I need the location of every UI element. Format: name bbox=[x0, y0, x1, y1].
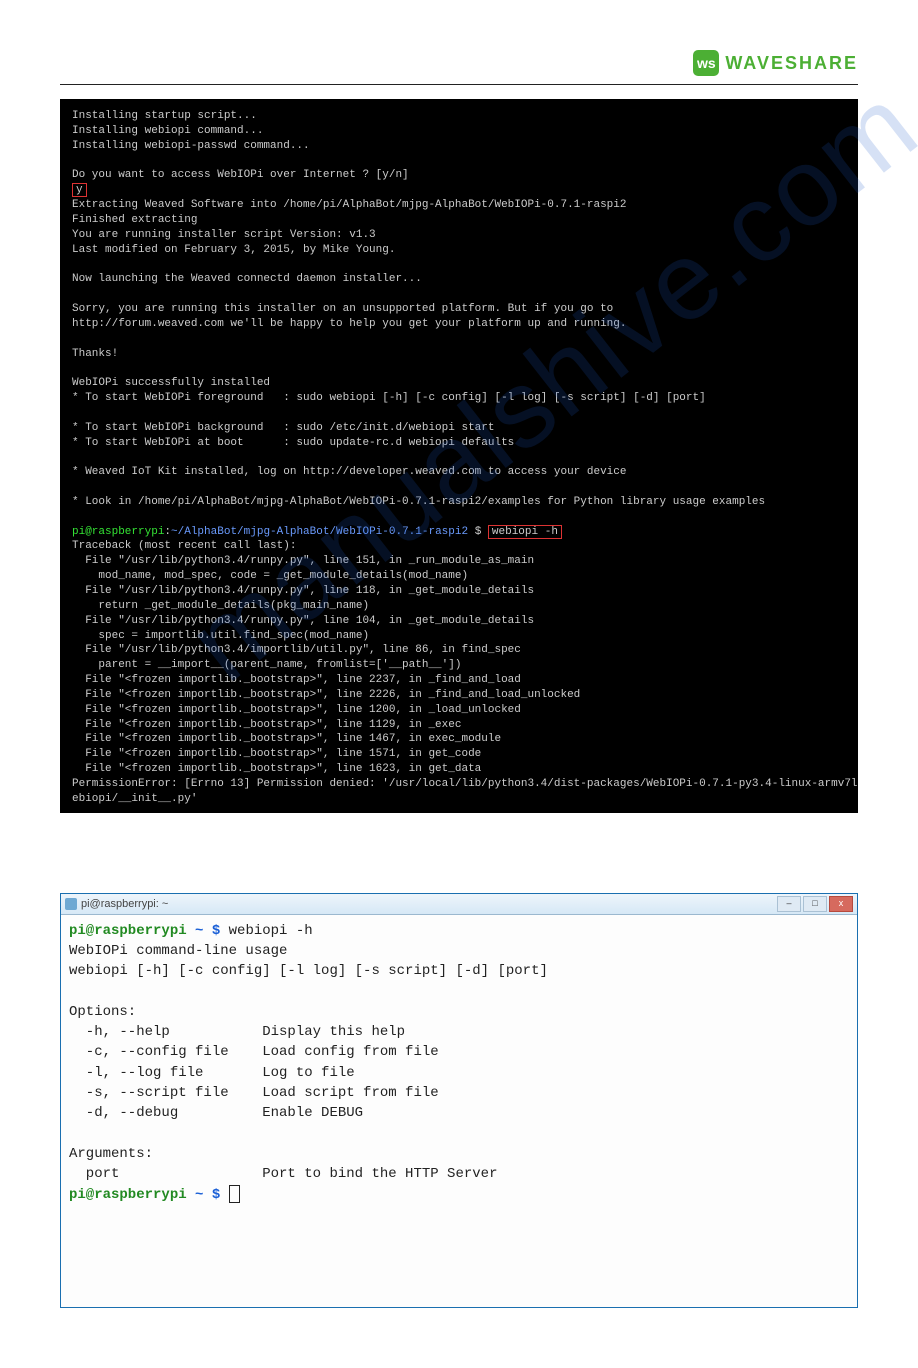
brand-icon: ws bbox=[693, 50, 719, 76]
divider bbox=[60, 84, 858, 85]
window-close-button[interactable]: x bbox=[829, 896, 853, 912]
window-maximize-button[interactable]: □ bbox=[803, 896, 827, 912]
putty-body: pi@raspberrypi ~ $ webiopi -h WebIOPi co… bbox=[61, 915, 857, 1307]
terminal-black: Installing startup script... Installing … bbox=[60, 99, 858, 813]
brand-bar: ws WAVESHARE bbox=[60, 50, 858, 76]
window-minimize-button[interactable]: – bbox=[777, 896, 801, 912]
putty-window: pi@raspberrypi: ~ – □ x pi@raspberrypi ~… bbox=[60, 893, 858, 1308]
putty-titlebar: pi@raspberrypi: ~ – □ x bbox=[61, 894, 857, 915]
putty-title-text: pi@raspberrypi: ~ bbox=[81, 898, 168, 910]
putty-icon bbox=[65, 898, 77, 910]
brand-name: WAVESHARE bbox=[725, 53, 858, 74]
brand-logo: ws WAVESHARE bbox=[693, 50, 858, 76]
